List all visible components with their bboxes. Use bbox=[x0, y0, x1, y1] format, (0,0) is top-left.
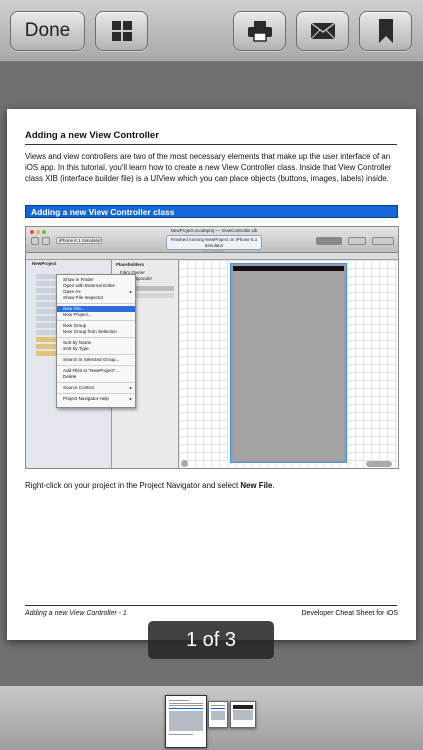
xcode-status-text: Finished running NewProject on iPhone 6.… bbox=[170, 237, 258, 248]
context-menu-item-label: Delete bbox=[63, 374, 77, 379]
context-menu-item-label: New File... bbox=[63, 306, 85, 311]
thumbnail-page-1[interactable] bbox=[165, 695, 207, 748]
context-menu-item: Delete bbox=[57, 374, 135, 380]
context-menu-item-label: New Project... bbox=[63, 312, 92, 317]
top-toolbar: Done bbox=[0, 0, 423, 62]
context-menu-item-label: Open As bbox=[63, 289, 81, 294]
xcode-window-title: NewProject.xcodeproj — ViewController.xi… bbox=[170, 228, 258, 233]
envelope-icon bbox=[310, 22, 335, 40]
caption-text: Right-click on your project in the Proje… bbox=[25, 481, 275, 490]
xcode-status-box: Finished running NewProject on iPhone 6.… bbox=[166, 235, 262, 254]
context-menu-item-label: Open with External Editor bbox=[63, 283, 116, 288]
footer-right: Developer Cheat Sheet for iOS bbox=[301, 610, 399, 617]
context-menu-item: New Project... bbox=[57, 312, 135, 318]
context-menu-item: Source Control ▸ bbox=[57, 385, 135, 391]
caption-prefix: Right-click on your project in the Proje… bbox=[25, 481, 241, 490]
context-menu-separator bbox=[57, 393, 135, 394]
print-button[interactable] bbox=[233, 11, 286, 51]
context-menu-item: Project Navigator Help ▸ bbox=[57, 396, 135, 402]
xcode-placeholders-label: Placeholders bbox=[116, 262, 145, 267]
thumbnail-page-3[interactable] bbox=[230, 701, 256, 728]
footer-divider bbox=[25, 605, 397, 606]
page-title: Adding a new View Controller bbox=[25, 130, 159, 141]
context-menu-item-label: Source Control bbox=[63, 385, 94, 390]
footer-left: Adding a new View Controller - 1 bbox=[25, 610, 127, 617]
context-menu-item-label: Search in Selected Group... bbox=[63, 357, 120, 362]
bookmark-icon bbox=[378, 19, 393, 43]
xcode-screenshot-image: NewProject.xcodeproj — ViewController.xi… bbox=[25, 226, 399, 469]
context-menu-item: Sort by Type bbox=[57, 346, 135, 352]
context-menu-item-label: Show in Finder bbox=[63, 277, 94, 282]
xcode-toolbar: NewProject.xcodeproj — ViewController.xi… bbox=[26, 227, 398, 254]
context-menu-item-label: Sort by Type bbox=[63, 346, 89, 351]
context-menu-item: New Group from Selection bbox=[57, 329, 135, 335]
context-menu: Show in Finder Open with External Editor O… bbox=[56, 274, 136, 408]
context-menu-separator bbox=[57, 320, 135, 321]
context-menu-separator bbox=[57, 354, 135, 355]
context-menu-item: Search in Selected Group... bbox=[57, 357, 135, 363]
page-counter: 1 of 3 bbox=[148, 621, 274, 659]
printer-icon bbox=[247, 21, 272, 42]
context-menu-item-label: Sort by Name bbox=[63, 340, 92, 345]
document-page[interactable]: Adding a new View Controller Views and v… bbox=[7, 109, 416, 640]
thumbnail-strip bbox=[0, 685, 423, 750]
xcode-interface-builder-canvas bbox=[179, 260, 398, 468]
caption-suffix: . bbox=[272, 481, 275, 490]
context-menu-separator bbox=[57, 337, 135, 338]
thumbnail-grid-button[interactable] bbox=[95, 11, 148, 51]
context-menu-separator bbox=[57, 382, 135, 383]
context-menu-item-label: New Group from Selection bbox=[63, 329, 117, 334]
xcode-scheme: iPhone 6.1 Simulator bbox=[56, 237, 102, 244]
xcode-jump-bar bbox=[26, 253, 398, 260]
grid-icon bbox=[111, 21, 132, 41]
intro-paragraph: Views and view controllers are two of th… bbox=[25, 152, 392, 183]
context-menu-item-label: Add Files to "NewProject"... bbox=[63, 368, 120, 373]
context-menu-item-label: Show File Inspector bbox=[63, 295, 104, 300]
thumbnail-page-2[interactable] bbox=[208, 701, 228, 728]
context-menu-item: Show File Inspector bbox=[57, 295, 135, 301]
document-viewer[interactable]: Adding a new View Controller Views and v… bbox=[0, 62, 423, 685]
xcode-view-placeholder bbox=[230, 263, 347, 463]
context-menu-item-label: Project Navigator Help bbox=[63, 396, 109, 401]
mail-button[interactable] bbox=[296, 11, 349, 51]
context-menu-separator bbox=[57, 303, 135, 304]
bookmark-button[interactable] bbox=[359, 11, 412, 51]
caption-bold: New File bbox=[240, 481, 273, 490]
context-menu-item-label: New Group bbox=[63, 323, 87, 328]
context-menu-separator bbox=[57, 365, 135, 366]
xcode-project-name: NewProject bbox=[32, 261, 57, 266]
title-divider bbox=[25, 144, 397, 145]
submenu-arrow-icon: ▸ bbox=[129, 385, 132, 390]
section-heading: Adding a new View Controller class bbox=[25, 205, 398, 218]
submenu-arrow-icon: ▸ bbox=[129, 396, 132, 401]
done-button[interactable]: Done bbox=[10, 11, 85, 51]
